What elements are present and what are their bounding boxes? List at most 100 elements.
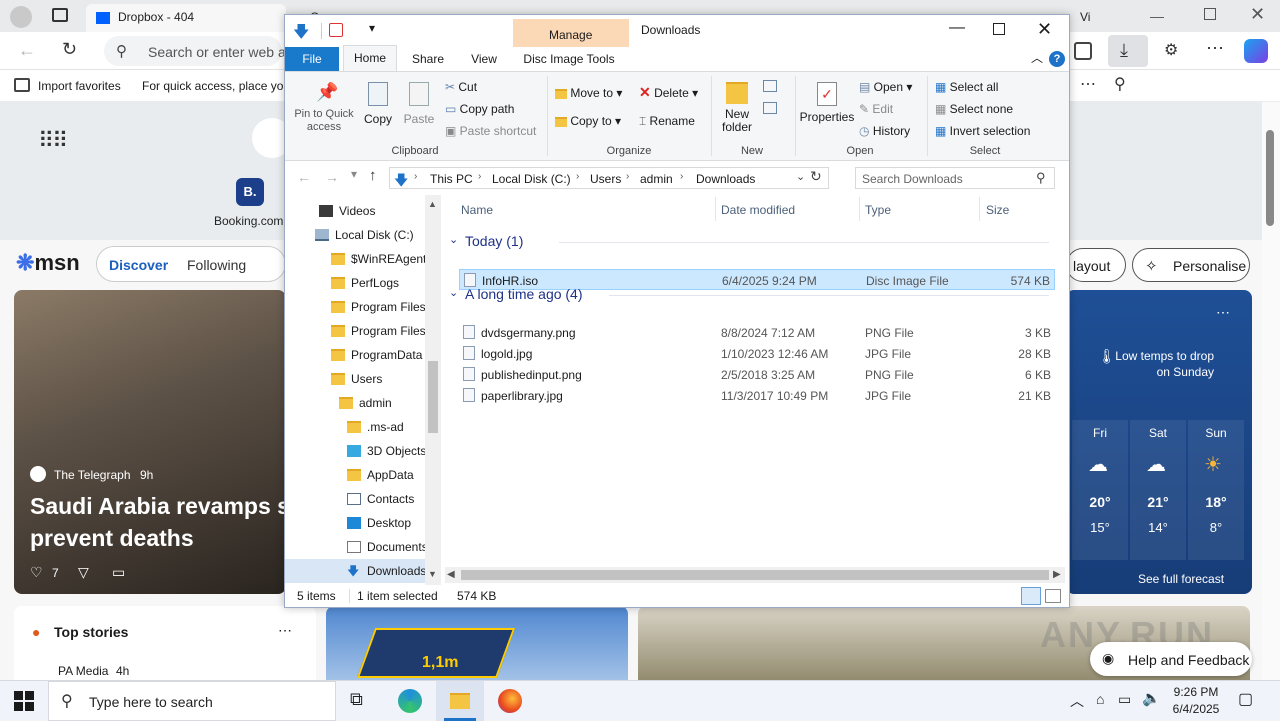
scroll-up-icon[interactable]: ▲ <box>428 199 437 209</box>
address-bar[interactable]: ⚲ Search or enter web a <box>104 36 286 66</box>
hero-news-card[interactable]: The Telegraph 9h Saudi Arabia revamps s … <box>14 290 286 594</box>
group-header[interactable]: ⌄ Today (1) <box>449 233 1059 253</box>
nav-scrollbar[interactable]: ▲ ▼ <box>425 195 441 585</box>
layout-button[interactable]: layout <box>1066 248 1126 282</box>
properties-button[interactable]: ✓ Properties <box>799 76 855 142</box>
scroll-right-icon[interactable]: ▶ <box>1053 569 1061 580</box>
cut-button[interactable]: ✂ Cut <box>445 80 477 94</box>
manage-context-tab[interactable]: Manage <box>513 19 629 47</box>
nav-item[interactable]: Documents <box>285 535 441 559</box>
taskbar-search-box[interactable]: ⚲ Type here to search <box>48 681 336 721</box>
tab-actions-icon[interactable] <box>52 8 68 22</box>
file-row[interactable]: logold.jpg 1/10/2023 12:46 AM JPG File 2… <box>459 343 1055 364</box>
file-row[interactable]: paperlibrary.jpg 11/3/2017 10:49 PM JPG … <box>459 385 1055 406</box>
comment-icon[interactable]: ▭ <box>112 564 125 581</box>
rename-button[interactable]: ⌶ Rename <box>639 114 695 129</box>
edge-taskbar-icon[interactable] <box>398 689 422 713</box>
move-to-button[interactable]: Move to ▾ <box>555 86 622 100</box>
solar-news-card[interactable]: 1,1m <box>326 606 628 680</box>
qat-dropdown-icon[interactable]: ▾ <box>369 21 375 35</box>
column-date-modified[interactable]: Date modified <box>721 203 795 217</box>
nav-item[interactable]: Local Disk (C:) <box>285 223 441 247</box>
select-none-button[interactable]: ▦ Select none <box>935 102 1013 116</box>
nav-item[interactable]: ProgramData <box>285 343 441 367</box>
apps-grid-icon[interactable]: ⠿⠿ <box>38 128 68 154</box>
horizontal-scrollbar-thumb[interactable] <box>461 570 1049 580</box>
easy-access-icon[interactable] <box>763 102 777 114</box>
file-row[interactable]: publishedinput.png 2/5/2018 3:25 AM PNG … <box>459 364 1055 385</box>
close-icon[interactable]: ✕ <box>1250 4 1265 25</box>
breadcrumb-local-disk[interactable]: Local Disk (C:) <box>492 172 571 186</box>
scroll-left-icon[interactable]: ◀ <box>447 569 455 580</box>
search-downloads-box[interactable]: Search Downloads ⚲ <box>855 167 1055 189</box>
explorer-taskbar-button[interactable] <box>436 681 484 721</box>
recent-locations-icon[interactable]: ▾ <box>351 167 357 181</box>
select-all-button[interactable]: ▦ Select all <box>935 80 998 94</box>
nav-item[interactable]: .ms-ad <box>285 415 441 439</box>
notifications-icon[interactable]: ▢ <box>1238 689 1253 709</box>
properties-qat-icon[interactable] <box>329 23 343 37</box>
minimize-icon[interactable]: — <box>1150 8 1164 24</box>
nav-item[interactable]: PerfLogs <box>285 271 441 295</box>
top-stories-more-icon[interactable]: ⋯ <box>278 622 292 639</box>
large-icons-view-icon[interactable] <box>1045 589 1061 603</box>
copy-to-button[interactable]: Copy to ▾ <box>555 114 621 128</box>
history-button[interactable]: ◷ History <box>859 124 910 138</box>
nav-item[interactable]: AppData <box>285 463 441 487</box>
clock[interactable]: 9:26 PM 6/4/2025 <box>1164 684 1228 718</box>
column-name[interactable]: Name <box>461 203 493 217</box>
copilot-icon[interactable] <box>1244 39 1268 63</box>
nav-item[interactable]: Desktop <box>285 511 441 535</box>
up-icon[interactable]: ↑ <box>369 167 377 184</box>
tab-home[interactable]: Home <box>343 45 397 71</box>
column-size[interactable]: Size <box>986 203 1009 217</box>
invert-selection-button[interactable]: ▦ Invert selection <box>935 124 1030 138</box>
minimize-icon[interactable]: — <box>949 19 965 37</box>
new-folder-qat-icon[interactable] <box>349 23 363 35</box>
downloads-button[interactable]: ⤓ <box>1108 35 1148 67</box>
tab-disc-image-tools[interactable]: Disc Image Tools <box>517 47 621 71</box>
delete-button[interactable]: ✕ Delete ▾ <box>639 84 698 101</box>
quick-access-down-icon[interactable]: 🡇 <box>293 21 309 48</box>
restore-icon[interactable] <box>1204 8 1216 20</box>
maximize-icon[interactable] <box>993 23 1005 35</box>
booking-icon[interactable]: B. <box>236 178 264 206</box>
help-icon[interactable]: ? <box>1049 51 1065 67</box>
paste-shortcut-button[interactable]: ▣ Paste shortcut <box>445 124 536 138</box>
nav-item[interactable]: $WinREAgent <box>285 247 441 271</box>
pin-quick-access-button[interactable]: 📌 Pin to Quick access <box>289 76 359 142</box>
network-icon[interactable]: ▭ <box>1118 691 1131 708</box>
open-button[interactable]: ▤ Open ▾ <box>859 80 912 94</box>
address-dropdown-icon[interactable]: ⌄ <box>796 170 805 183</box>
page-scrollbar[interactable] <box>1262 102 1280 680</box>
back-icon[interactable]: ← <box>18 40 36 61</box>
booking-label[interactable]: Booking.com <box>214 214 283 228</box>
network-status-icon[interactable]: ⌂ <box>1096 691 1104 707</box>
address-box[interactable]: 🡇 › This PC › Local Disk (C:) › Users › … <box>389 167 829 189</box>
copy-path-button[interactable]: ▭ Copy path <box>445 102 514 116</box>
page-scrollbar-thumb[interactable] <box>1266 130 1274 226</box>
breadcrumb-users[interactable]: Users <box>590 172 621 186</box>
tab-dropbox[interactable]: Dropbox - 404 <box>86 4 286 32</box>
breadcrumb-downloads[interactable]: Downloads <box>696 172 755 186</box>
nav-item[interactable]: Users <box>285 367 441 391</box>
nav-item[interactable]: Contacts <box>285 487 441 511</box>
favbar-more-icon[interactable]: ⋯ <box>1080 74 1096 94</box>
collapse-ribbon-icon[interactable]: ︿ <box>1031 49 1043 66</box>
close-icon[interactable]: ✕ <box>1037 19 1052 40</box>
nav-item[interactable]: 🡇 Downloads <box>285 559 441 583</box>
weather-more-icon[interactable]: ⋯ <box>1216 304 1230 321</box>
forward-icon[interactable]: → <box>325 169 339 185</box>
msn-logo[interactable]: ❋msn <box>16 250 80 276</box>
like-icon[interactable]: ♡ <box>30 564 43 581</box>
horizontal-scrollbar[interactable]: ◀ ▶ <box>445 567 1065 583</box>
refresh-icon[interactable]: ↻ <box>810 168 822 185</box>
breadcrumb-admin[interactable]: admin <box>640 172 673 186</box>
more-icon[interactable]: ⋯ <box>1206 38 1224 59</box>
msn-tab-following[interactable]: Following <box>187 257 246 273</box>
nav-item[interactable]: Videos <box>285 199 441 223</box>
scroll-down-icon[interactable]: ▼ <box>428 569 437 579</box>
volume-icon[interactable]: 🔈 <box>1142 689 1161 707</box>
tab-view[interactable]: View <box>461 47 507 71</box>
full-forecast-link[interactable]: See full forecast <box>1138 572 1224 586</box>
